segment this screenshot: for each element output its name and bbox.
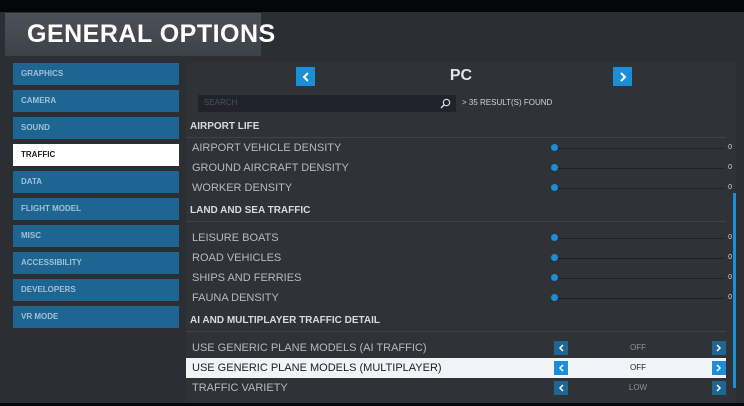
- slider-handle[interactable]: [551, 144, 558, 151]
- option-row-fauna-density[interactable]: FAUNA DENSITY 0: [186, 288, 732, 308]
- search-input[interactable]: SEARCH: [198, 95, 456, 112]
- chevron-right-icon: [716, 384, 722, 392]
- slider-handle[interactable]: [551, 234, 558, 241]
- option-next-button[interactable]: [712, 341, 726, 355]
- slider-value: 0: [728, 184, 732, 191]
- slider-value: 0: [728, 144, 732, 151]
- option-value: OFF: [630, 363, 646, 372]
- option-label: TRAFFIC VARIETY: [192, 382, 288, 394]
- search-row: SEARCH > 35 RESULT(S) FOUND: [198, 95, 738, 112]
- slider-handle[interactable]: [551, 274, 558, 281]
- slider-handle[interactable]: [551, 164, 558, 171]
- option-prev-button[interactable]: [554, 341, 568, 355]
- slider-value: 0: [728, 274, 732, 281]
- option-label: FAUNA DENSITY: [192, 292, 279, 304]
- chevron-right-icon: [619, 71, 626, 82]
- option-value: OFF: [630, 343, 646, 352]
- platform-selector: PC: [186, 63, 736, 91]
- option-label: USE GENERIC PLANE MODELS (AI TRAFFIC): [192, 342, 427, 354]
- slider-track[interactable]: [553, 258, 723, 259]
- option-row-traffic-variety[interactable]: TRAFFIC VARIETY LOW: [186, 378, 726, 398]
- option-row-leisure-boats[interactable]: LEISURE BOATS 0: [186, 228, 732, 248]
- sidebar: GRAPHICS CAMERA SOUND TRAFFIC DATA FLIGH…: [13, 63, 179, 333]
- option-label: AIRPORT VEHICLE DENSITY: [192, 142, 342, 154]
- option-next-button[interactable]: [712, 361, 726, 375]
- option-value: LOW: [628, 383, 648, 392]
- section-header-ai-and-multiplayer-traffic-detail: AI AND MULTIPLAYER TRAFFIC DETAIL: [186, 310, 726, 332]
- option-label: SHIPS AND FERRIES: [192, 272, 302, 284]
- page-header: GENERAL OPTIONS: [5, 13, 275, 56]
- option-row-airport-vehicle-density[interactable]: AIRPORT VEHICLE DENSITY 0: [186, 138, 732, 158]
- option-row-ships-and-ferries[interactable]: SHIPS AND FERRIES 0: [186, 268, 732, 288]
- sidebar-item-traffic[interactable]: TRAFFIC: [13, 144, 179, 166]
- option-label: ROAD VEHICLES: [192, 252, 282, 264]
- sidebar-item-developers[interactable]: DEVELOPERS: [13, 279, 179, 301]
- option-row-worker-density[interactable]: WORKER DENSITY 0: [186, 178, 732, 198]
- platform-next-button[interactable]: [613, 67, 632, 86]
- sidebar-item-vr-mode[interactable]: VR MODE: [13, 306, 179, 328]
- slider-value: 0: [728, 254, 732, 261]
- option-row-road-vehicles[interactable]: ROAD VEHICLES 0: [186, 248, 732, 268]
- slider-value: 0: [728, 294, 732, 301]
- slider-handle[interactable]: [551, 184, 558, 191]
- option-prev-button[interactable]: [554, 361, 568, 375]
- option-prev-button[interactable]: [554, 381, 568, 395]
- page-title: GENERAL OPTIONS: [27, 20, 276, 48]
- chevron-left-icon: [558, 344, 564, 352]
- scrollbar[interactable]: [733, 193, 736, 388]
- chevron-left-icon: [558, 384, 564, 392]
- slider-track[interactable]: [553, 188, 723, 189]
- section-header-land-and-sea-traffic: LAND AND SEA TRAFFIC: [186, 200, 726, 222]
- sidebar-item-sound[interactable]: SOUND: [13, 117, 179, 139]
- sidebar-item-camera[interactable]: CAMERA: [13, 90, 179, 112]
- option-next-button[interactable]: [712, 381, 726, 395]
- option-label: LEISURE BOATS: [192, 232, 279, 244]
- option-row-generic-plane-models-ai[interactable]: USE GENERIC PLANE MODELS (AI TRAFFIC) OF…: [186, 338, 726, 358]
- slider-value: 0: [728, 234, 732, 241]
- sidebar-item-flight-model[interactable]: FLIGHT MODEL: [13, 198, 179, 220]
- chevron-left-icon: [558, 364, 564, 372]
- slider-track[interactable]: [553, 278, 723, 279]
- option-label: WORKER DENSITY: [192, 182, 293, 194]
- options-list: AIRPORT LIFE AIRPORT VEHICLE DENSITY 0 G…: [186, 116, 732, 398]
- result-count: > 35 RESULT(S) FOUND: [462, 98, 553, 107]
- option-row-generic-plane-models-multiplayer[interactable]: USE GENERIC PLANE MODELS (MULTIPLAYER) O…: [186, 358, 726, 378]
- sidebar-item-misc[interactable]: MISC: [13, 225, 179, 247]
- slider-track[interactable]: [553, 298, 723, 299]
- slider-handle[interactable]: [551, 294, 558, 301]
- slider-value: 0: [728, 164, 732, 171]
- sidebar-item-graphics[interactable]: GRAPHICS: [13, 63, 179, 85]
- platform-title: PC: [449, 67, 473, 84]
- option-label: GROUND AIRCRAFT DENSITY: [192, 162, 349, 174]
- search-placeholder: SEARCH: [204, 98, 238, 107]
- slider-track[interactable]: [553, 238, 723, 239]
- search-icon: [440, 98, 451, 109]
- section-header-airport-life: AIRPORT LIFE: [186, 116, 726, 138]
- chevron-right-icon: [716, 364, 722, 372]
- option-row-ground-aircraft-density[interactable]: GROUND AIRCRAFT DENSITY 0: [186, 158, 732, 178]
- chevron-right-icon: [716, 344, 722, 352]
- option-label: USE GENERIC PLANE MODELS (MULTIPLAYER): [192, 362, 442, 374]
- slider-track[interactable]: [553, 148, 723, 149]
- sidebar-item-accessibility[interactable]: ACCESSIBILITY: [13, 252, 179, 274]
- letterbox-top: [0, 0, 744, 12]
- slider-track[interactable]: [553, 168, 723, 169]
- slider-handle[interactable]: [551, 254, 558, 261]
- sidebar-item-data[interactable]: DATA: [13, 171, 179, 193]
- options-panel: PC SEARCH > 35 RESULT(S) FOUND AIRPORT L…: [186, 63, 736, 406]
